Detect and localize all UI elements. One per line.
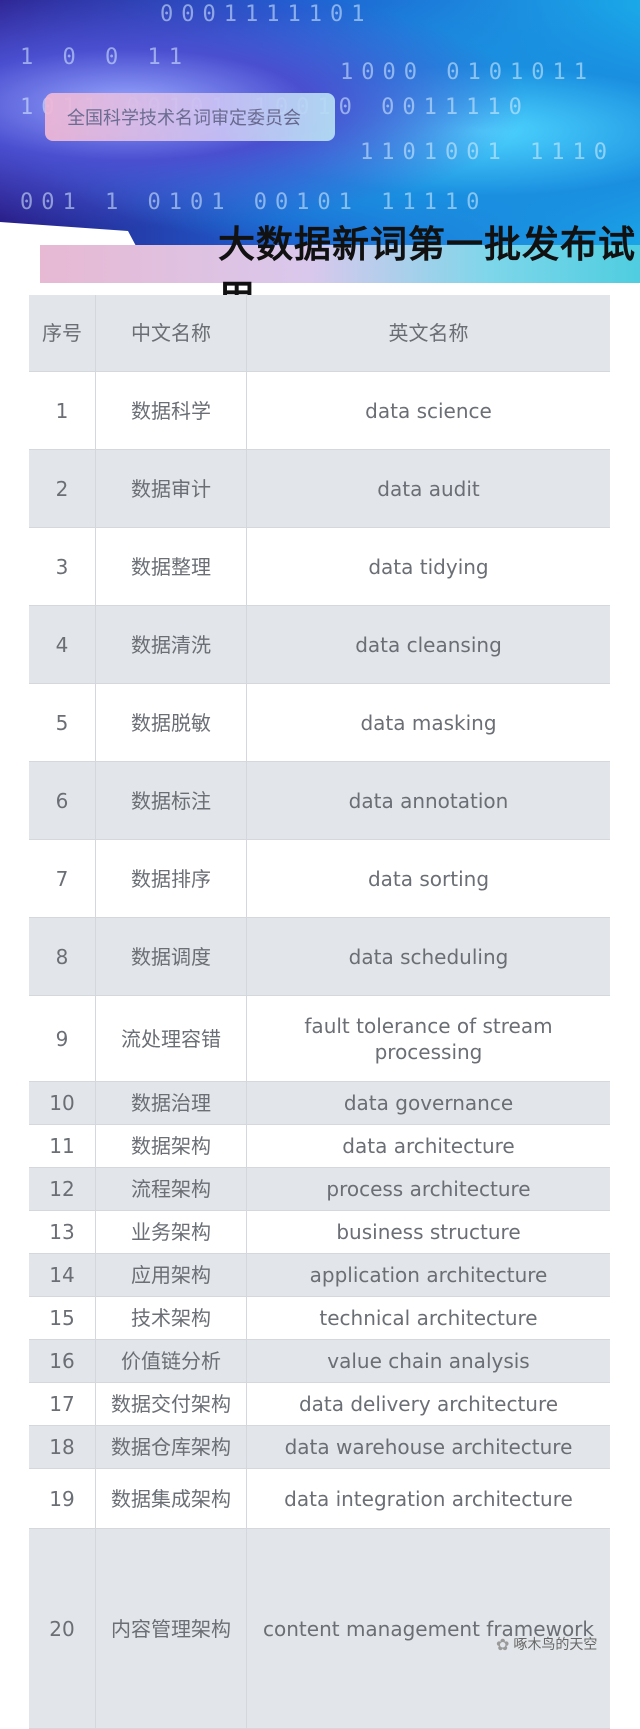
binary-decoration: 0001111101 [160, 2, 373, 27]
cell-english-name: data audit [377, 476, 480, 501]
cell-english-name: application architecture [309, 1263, 548, 1287]
table-row: 10 数据治理 data governance [29, 1082, 610, 1125]
cell-chinese-name: 技术架构 [96, 1297, 247, 1339]
table-row: 8 数据调度 data scheduling [29, 918, 610, 996]
cell-index: 1 [29, 372, 96, 449]
cell-chinese-name: 价值链分析 [96, 1340, 247, 1382]
organization-name: 全国科学技术名词审定委员会 [67, 108, 301, 129]
cell-english-name: fault tolerance of stream processing [304, 1013, 553, 1064]
cell-english-name: data cleansing [355, 632, 502, 657]
organization-badge: 全国科学技术名词审定委员会 [45, 93, 335, 141]
table-row: 5 数据脱敏 data masking [29, 684, 610, 762]
cell-chinese-name: 数据标注 [96, 762, 247, 839]
table-row: 15 技术架构 technical architecture [29, 1297, 610, 1340]
cell-index: 8 [29, 918, 96, 995]
cell-english-name: data warehouse architecture [284, 1435, 573, 1459]
cell-english-name: data architecture [342, 1134, 515, 1158]
cell-english-name: data integration architecture [284, 1486, 573, 1511]
cell-index: 11 [29, 1125, 96, 1167]
cell-english-name: data governance [343, 1091, 514, 1115]
cell-chinese-name: 数据脱敏 [96, 684, 247, 761]
column-header-english: 英文名称 [388, 321, 469, 345]
binary-decoration: 1000 0101011 [340, 60, 595, 85]
watermark-text: 啄木鸟的天空 [513, 1637, 598, 1653]
cell-chinese-name: 数据交付架构 [96, 1383, 247, 1425]
cell-chinese-name: 数据集成架构 [96, 1469, 247, 1528]
cell-index: 7 [29, 840, 96, 917]
table-row: 20 内容管理架构 content management framework [29, 1529, 610, 1729]
wechat-icon: ✿ [496, 1634, 510, 1654]
table-row: 18 数据仓库架构 data warehouse architecture [29, 1426, 610, 1469]
cell-chinese-name: 数据科学 [96, 372, 247, 449]
cell-english-name: technical architecture [319, 1306, 538, 1330]
table-row: 9 流处理容错 fault tolerance of stream processi… [29, 996, 610, 1082]
cell-chinese-name: 数据仓库架构 [96, 1426, 247, 1468]
cell-index: 5 [29, 684, 96, 761]
cell-english-name: value chain analysis [327, 1349, 530, 1373]
cell-index: 9 [29, 996, 96, 1081]
cell-index: 12 [29, 1168, 96, 1210]
cell-index: 20 [29, 1529, 96, 1728]
table-row: 12 流程架构 process architecture [29, 1168, 610, 1211]
cell-chinese-name: 内容管理架构 [96, 1529, 247, 1728]
cell-chinese-name: 数据清洗 [96, 606, 247, 683]
table-row: 13 业务架构 business structure [29, 1211, 610, 1254]
table-row: 2 数据审计 data audit [29, 450, 610, 528]
table-header: 序号 中文名称 英文名称 [29, 295, 610, 372]
cell-english-name: process architecture [326, 1177, 531, 1201]
cell-chinese-name: 数据整理 [96, 528, 247, 605]
table-row: 6 数据标注 data annotation [29, 762, 610, 840]
cell-index: 2 [29, 450, 96, 527]
terms-table: 序号 中文名称 英文名称 1 数据科学 data science 2 数据审计 data … [29, 295, 610, 1729]
cell-chinese-name: 数据调度 [96, 918, 247, 995]
cell-chinese-name: 数据架构 [96, 1125, 247, 1167]
cell-index: 10 [29, 1082, 96, 1124]
table-row: 11 数据架构 data architecture [29, 1125, 610, 1168]
table-row: 3 数据整理 data tidying [29, 528, 610, 606]
cell-index: 13 [29, 1211, 96, 1253]
cell-english-name: data tidying [368, 554, 489, 579]
cell-english-name: data delivery architecture [298, 1392, 559, 1416]
cell-english-name: data sorting [367, 866, 490, 891]
binary-decoration: 1 0 0 11 [20, 45, 190, 70]
cell-index: 16 [29, 1340, 96, 1382]
cell-chinese-name: 数据治理 [96, 1082, 247, 1124]
table-row: 17 数据交付架构 data delivery architecture [29, 1383, 610, 1426]
cell-chinese-name: 流处理容错 [96, 996, 247, 1081]
cell-chinese-name: 数据排序 [96, 840, 247, 917]
binary-decoration: 1101001 1110 [360, 140, 615, 165]
cell-english-name: data masking [360, 710, 497, 735]
binary-decoration: 001 1 0101 00101 11110 [20, 190, 488, 215]
cell-chinese-name: 应用架构 [96, 1254, 247, 1296]
cell-chinese-name: 流程架构 [96, 1168, 247, 1210]
table-row: 1 数据科学 data science [29, 372, 610, 450]
table-row: 7 数据排序 data sorting [29, 840, 610, 918]
table-row: 4 数据清洗 data cleansing [29, 606, 610, 684]
cell-index: 4 [29, 606, 96, 683]
cell-index: 17 [29, 1383, 96, 1425]
table-row: 16 价值链分析 value chain analysis [29, 1340, 610, 1383]
cell-chinese-name: 业务架构 [96, 1211, 247, 1253]
cell-index: 14 [29, 1254, 96, 1296]
cell-english-name: content management framework [263, 1616, 594, 1641]
cell-index: 19 [29, 1469, 96, 1528]
cell-index: 3 [29, 528, 96, 605]
cell-english-name: data annotation [348, 788, 509, 813]
cell-chinese-name: 数据审计 [96, 450, 247, 527]
column-header-chinese: 中文名称 [96, 295, 247, 371]
table-row: 14 应用架构 application architecture [29, 1254, 610, 1297]
watermark: ✿ 啄木鸟的天空 [496, 1634, 597, 1654]
cell-index: 6 [29, 762, 96, 839]
column-header-index: 序号 [29, 295, 96, 371]
table-row: 19 数据集成架构 data integration architecture [29, 1469, 610, 1529]
cell-english-name: business structure [336, 1220, 521, 1244]
cell-index: 18 [29, 1426, 96, 1468]
cell-english-name: data science [365, 398, 492, 423]
cell-english-name: data scheduling [348, 944, 509, 969]
cell-index: 15 [29, 1297, 96, 1339]
